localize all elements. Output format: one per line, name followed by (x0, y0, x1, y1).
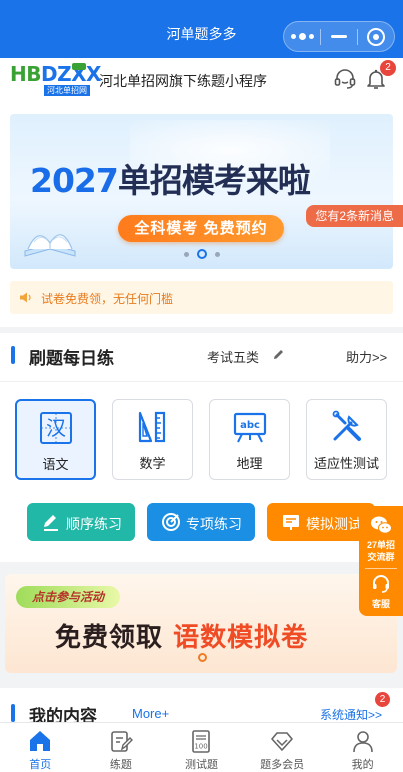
group-chat-label[interactable]: 27单招 交流群 (359, 539, 403, 563)
close-miniprogram-button[interactable] (358, 22, 394, 51)
miniprogram-capsule (283, 21, 395, 52)
close-target-icon (367, 27, 385, 46)
minimize-icon (331, 35, 347, 38)
more-options-button[interactable] (284, 22, 320, 51)
system-notice-badge: 2 (375, 692, 390, 707)
blackboard-icon: abc (233, 412, 266, 443)
section-accent-bar (11, 704, 15, 722)
sequential-practice-button[interactable]: 顺序练习 (27, 503, 135, 541)
subject-adaptability-test[interactable]: 适应性测试 (306, 399, 387, 480)
subject-label: 语文 (42, 457, 69, 472)
tab-label: 首页 (29, 759, 52, 771)
tab-membership[interactable]: 题多会员 (242, 723, 323, 772)
carousel-dot-active[interactable] (196, 249, 207, 259)
banner-section: 2027单招模考来啦 全科模考 免费预约 您有2条新消息 试卷免费领，无任何门槛 (0, 101, 403, 327)
user-icon (352, 731, 373, 753)
carousel-dot[interactable] (183, 251, 189, 257)
mode-label: 专项练习 (186, 516, 242, 532)
promo-headline: 免费领取 语数模拟卷 (55, 623, 309, 653)
top-navbar: 河单题多多 (0, 0, 403, 58)
svg-text:100: 100 (195, 743, 208, 751)
customer-service-headset-icon[interactable] (333, 67, 357, 91)
new-message-badge[interactable]: 您有2条新消息 (306, 205, 403, 227)
test-paper-icon: 100 (192, 730, 211, 753)
home-icon (30, 731, 51, 751)
header-tagline: 河北单招网旗下练题小程序 (99, 73, 267, 89)
carousel-indicator (0, 249, 403, 259)
system-notice-link[interactable]: 系统通知>> (320, 706, 382, 723)
promo-carousel-dot (198, 653, 207, 662)
minimize-button[interactable] (321, 22, 357, 51)
subject-chinese[interactable]: 汉 语文 (15, 399, 96, 480)
notice-bar[interactable]: 试卷免费领，无任何门槛 (10, 281, 393, 314)
subject-label: 适应性测试 (313, 456, 379, 471)
subject-label: 数学 (139, 456, 166, 471)
customer-service-icon[interactable] (371, 574, 391, 594)
logo-main-text: HBDZXX (10, 62, 101, 86)
chinese-char-icon: 汉 (39, 412, 72, 444)
diamond-icon (271, 732, 293, 751)
tab-label: 题多会员 (260, 759, 305, 771)
help-link[interactable]: 助力>> (346, 347, 387, 366)
mode-label: 顺序练习 (66, 516, 122, 532)
bell-badge: 2 (380, 60, 396, 76)
promo-banner[interactable]: 点击参与活动 免费领取 语数模拟卷 (5, 574, 397, 673)
app-header: HBDZXX 河北单招网 河北单招网旗下练题小程序 (0, 58, 403, 101)
tab-home[interactable]: 首页 (0, 723, 81, 772)
special-practice-button[interactable]: 专项练习 (147, 503, 255, 541)
side-divider (365, 568, 397, 569)
tab-test[interactable]: 100 测试题 (161, 723, 242, 772)
speaker-icon (20, 292, 31, 303)
tab-label: 测试题 (184, 759, 218, 771)
edit-icon (44, 515, 58, 531)
more-dots-icon (290, 33, 314, 40)
ruler-icon (138, 411, 165, 443)
subject-label: 地理 (236, 456, 263, 471)
promo-tag: 点击参与活动 (16, 586, 120, 608)
wechat-group-icon[interactable] (370, 514, 392, 536)
section-accent-bar (11, 346, 15, 364)
subject-math[interactable]: 数学 (112, 399, 193, 480)
daily-practice-section: 刷题每日练 考试五类 助力>> 汉 语文 数学 abc 地理 适应性测试 顺序练… (0, 333, 403, 562)
logo-subtitle: 河北单招网 (44, 85, 90, 96)
exam-icon (283, 515, 299, 530)
tab-mine[interactable]: 我的 (322, 723, 403, 772)
banner-carousel[interactable]: 2027单招模考来啦 全科模考 免费预约 (10, 114, 393, 269)
subject-geography[interactable]: abc 地理 (209, 399, 290, 480)
pencil-edit-icon[interactable] (272, 348, 285, 361)
mode-label: 模拟测试 (306, 516, 362, 532)
svg-text:汉: 汉 (46, 416, 66, 440)
notice-text: 试卷免费领，无任何门槛 (41, 292, 174, 306)
tab-label: 练题 (109, 759, 132, 771)
floating-side-panel: 27单招 交流群 客服 (359, 506, 403, 616)
target-icon (162, 513, 180, 531)
more-link[interactable]: More+ (132, 706, 169, 721)
banner-cta-button[interactable]: 全科模考 免费预约 (118, 215, 284, 242)
exam-category-selector[interactable]: 考试五类 (207, 347, 259, 366)
svg-text:abc: abc (240, 420, 260, 431)
logo-tag (72, 63, 86, 70)
banner-headline: 2027单招模考来啦 (30, 161, 311, 200)
tools-icon (332, 410, 361, 441)
customer-service-label[interactable]: 客服 (359, 597, 403, 610)
practice-icon (111, 731, 133, 752)
tab-practice[interactable]: 练题 (81, 723, 162, 772)
hbdzxx-logo: HBDZXX 河北单招网 (10, 63, 101, 97)
section-divider (0, 381, 403, 382)
practice-title: 刷题每日练 (29, 349, 114, 368)
tab-label: 我的 (351, 759, 374, 771)
bottom-tab-bar: 首页 练题 100 测试题 题多会员 我的 (0, 722, 403, 772)
carousel-dot[interactable] (214, 251, 220, 257)
